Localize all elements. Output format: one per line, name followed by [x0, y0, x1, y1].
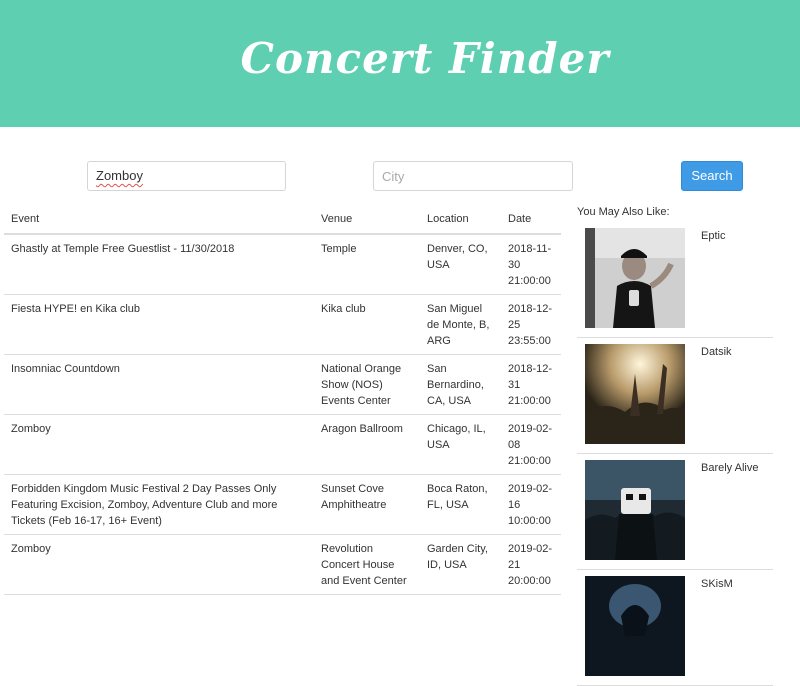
- location-cell: Chicago, IL, USA: [420, 414, 501, 475]
- artist-photo[interactable]: [585, 228, 685, 328]
- artist-name[interactable]: Datsik: [701, 346, 732, 358]
- column-header-venue[interactable]: Venue: [314, 205, 420, 235]
- date-cell: 2019-02-16 10:00:00: [501, 474, 561, 535]
- venue-cell: Temple: [314, 234, 420, 295]
- artist-photo[interactable]: [585, 344, 685, 444]
- artist-name[interactable]: Barely Alive: [701, 462, 758, 474]
- date-cell: 2018-12-25 23:55:00: [501, 294, 561, 355]
- table-row[interactable]: Ghastly at Temple Free Guestlist - 11/30…: [4, 234, 561, 295]
- event-cell: Forbidden Kingdom Music Festival 2 Day P…: [4, 474, 314, 535]
- event-cell: Zomboy: [4, 534, 314, 595]
- location-cell: Denver, CO, USA: [420, 234, 501, 295]
- page-title: Concert Finder: [240, 34, 610, 83]
- venue-cell: Sunset Cove Amphitheatre: [314, 474, 420, 535]
- venue-cell: Aragon Ballroom: [314, 414, 420, 475]
- recommendations-heading: You May Also Like:: [577, 206, 670, 218]
- location-cell: Garden City, ID, USA: [420, 534, 501, 595]
- artist-name[interactable]: Eptic: [701, 230, 725, 242]
- event-cell: Insomniac Countdown: [4, 354, 314, 415]
- table-row[interactable]: Zomboy Revolution Concert House and Even…: [4, 534, 561, 595]
- date-cell: 2019-02-21 20:00:00: [501, 534, 561, 595]
- venue-cell: National Orange Show (NOS) Events Center: [314, 354, 420, 415]
- date-cell: 2018-12-31 21:00:00: [501, 354, 561, 415]
- recommendations-panel: You May Also Like: Eptic Datsik Barely A…: [577, 206, 773, 686]
- event-cell: Zomboy: [4, 414, 314, 475]
- table-row[interactable]: Insomniac Countdown National Orange Show…: [4, 354, 561, 415]
- venue-cell: Kika club: [314, 294, 420, 355]
- event-cell: Fiesta HYPE! en Kika club: [4, 294, 314, 355]
- table-row[interactable]: Fiesta HYPE! en Kika club Kika club San …: [4, 294, 561, 355]
- recommended-artist[interactable]: SKisM: [577, 570, 773, 686]
- venue-cell: Revolution Concert House and Event Cente…: [314, 534, 420, 595]
- artist-search-value: Zomboy: [96, 168, 143, 183]
- artist-photo[interactable]: [585, 576, 685, 676]
- location-cell: San Bernardino, CA, USA: [420, 354, 501, 415]
- table-row[interactable]: Forbidden Kingdom Music Festival 2 Day P…: [4, 474, 561, 535]
- city-input[interactable]: [373, 161, 573, 191]
- table-row[interactable]: Zomboy Aragon Ballroom Chicago, IL, USA …: [4, 414, 561, 475]
- events-table: Event Venue Location Date Ghastly at Tem…: [4, 205, 561, 595]
- search-button[interactable]: Search: [681, 161, 743, 191]
- table-header-row: Event Venue Location Date: [4, 205, 561, 235]
- location-cell: San Miguel de Monte, B, ARG: [420, 294, 501, 355]
- column-header-date[interactable]: Date: [501, 205, 561, 235]
- header-banner: Concert Finder: [0, 0, 800, 127]
- artist-name[interactable]: SKisM: [701, 578, 733, 590]
- location-cell: Boca Raton, FL, USA: [420, 474, 501, 535]
- date-cell: 2018-11-30 21:00:00: [501, 234, 561, 295]
- artist-search-input[interactable]: Zomboy: [87, 161, 286, 191]
- recommended-artist[interactable]: Datsik: [577, 338, 773, 454]
- date-cell: 2019-02-08 21:00:00: [501, 414, 561, 475]
- recommended-artist[interactable]: Barely Alive: [577, 454, 773, 570]
- artist-photo[interactable]: [585, 460, 685, 560]
- column-header-event[interactable]: Event: [4, 205, 314, 235]
- column-header-location[interactable]: Location: [420, 205, 501, 235]
- event-cell: Ghastly at Temple Free Guestlist - 11/30…: [4, 234, 314, 295]
- recommended-artist[interactable]: Eptic: [577, 222, 773, 338]
